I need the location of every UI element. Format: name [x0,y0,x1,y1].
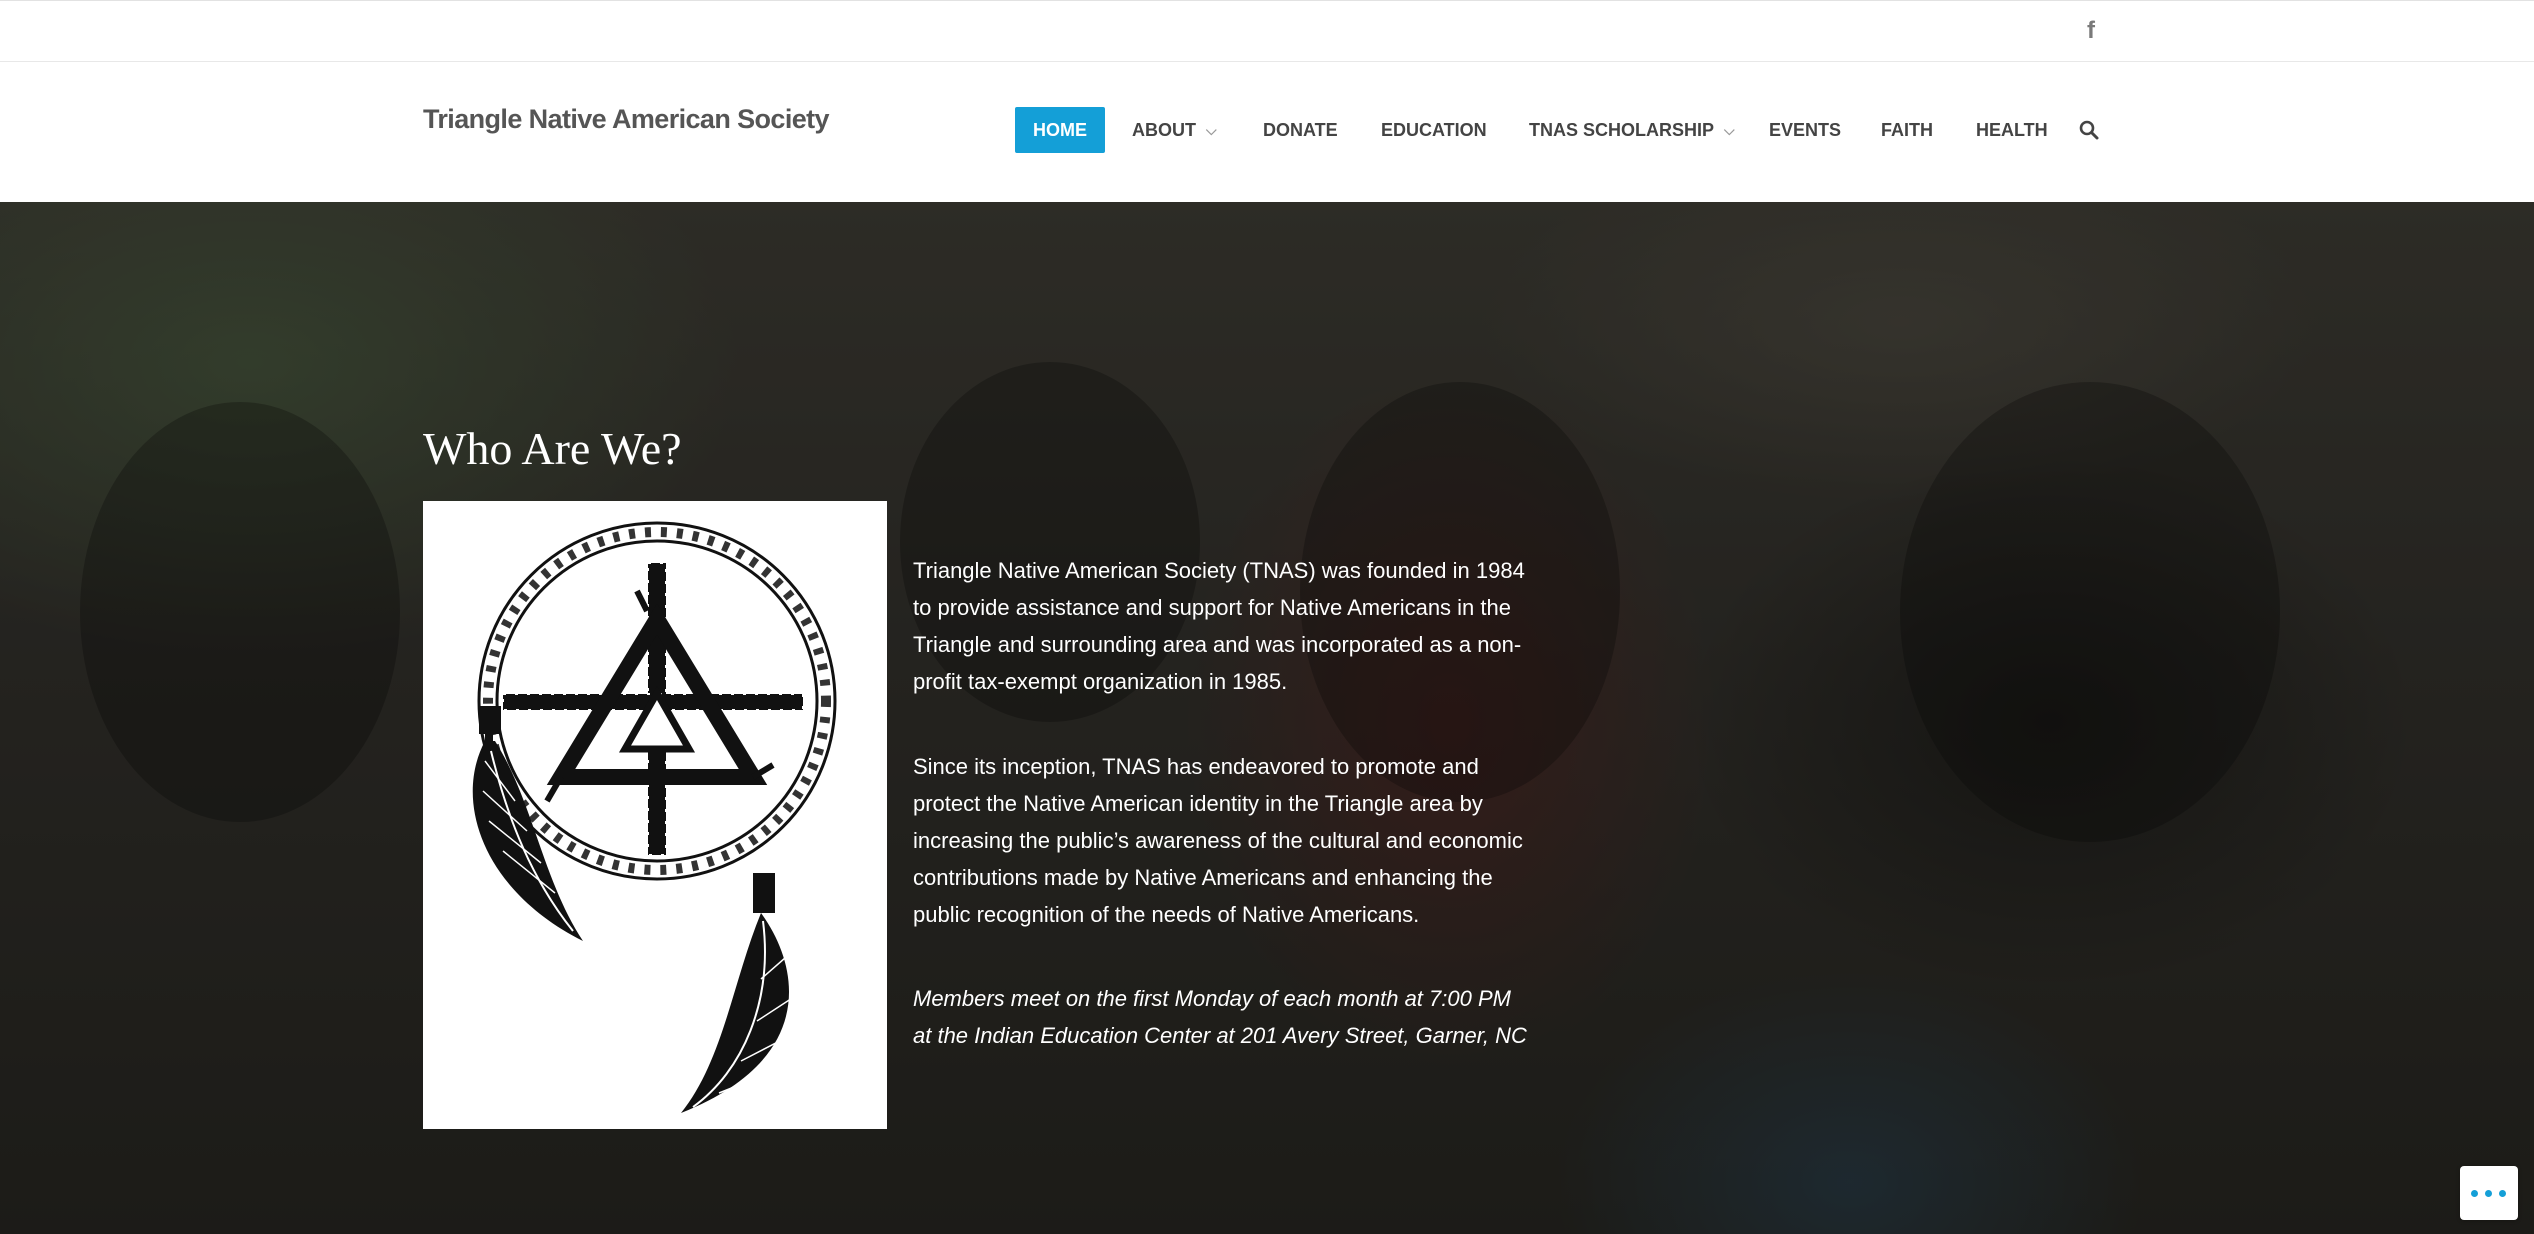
nav-item-events[interactable]: EVENTS [1769,107,1841,153]
section-heading: Who Are We? [423,423,682,474]
hero-overlay [0,202,2534,1234]
about-paragraph: Triangle Native American Society (TNAS) … [913,558,1525,694]
ellipsis-icon [2485,1190,2492,1197]
nav-item-faith[interactable]: FAITH [1881,107,1933,153]
hero-section: Who Are We? Triangle Native American Soc… [0,202,2534,1234]
nav-item-label: ABOUT [1132,120,1196,140]
nav-item-label: HEALTH [1976,120,2048,140]
ellipsis-icon [2499,1190,2506,1197]
social-bar: f [0,0,2534,62]
nav-item-health[interactable]: HEALTH [1976,107,2048,153]
nav-item-tnas-scholarship[interactable]: TNAS SCHOLARSHIP ⌵ [1529,107,1735,153]
ellipsis-icon [2471,1190,2478,1197]
nav-item-label: EDUCATION [1381,120,1487,140]
meeting-info-paragraph: Members meet on the first Monday of each… [913,986,1527,1048]
site-header: Triangle Native American Society HOME AB… [0,62,2534,202]
facebook-icon[interactable]: f [2080,17,2102,45]
mission-paragraph: Since its inception, TNAS has endeavored… [913,754,1523,927]
tnas-logo-image [423,501,887,1129]
more-actions-button[interactable] [2460,1166,2518,1220]
nav-item-label: HOME [1033,120,1087,140]
chevron-down-icon: ⌵ [1206,122,1217,138]
nav-item-home[interactable]: HOME [1015,107,1105,153]
nav-item-label: TNAS SCHOLARSHIP [1529,120,1715,140]
nav-item-donate[interactable]: DONATE [1263,107,1338,153]
search-icon[interactable] [2078,119,2100,141]
main-nav: HOME ABOUT ⌵ DONATE EDUCATION TNAS SCHOLA… [0,107,2534,153]
chevron-down-icon: ⌵ [1724,122,1735,138]
nav-item-label: DONATE [1263,120,1338,140]
nav-item-education[interactable]: EDUCATION [1381,107,1487,153]
nav-item-about[interactable]: ABOUT ⌵ [1132,107,1217,153]
nav-item-label: EVENTS [1769,120,1842,140]
nav-item-label: FAITH [1881,120,1933,140]
